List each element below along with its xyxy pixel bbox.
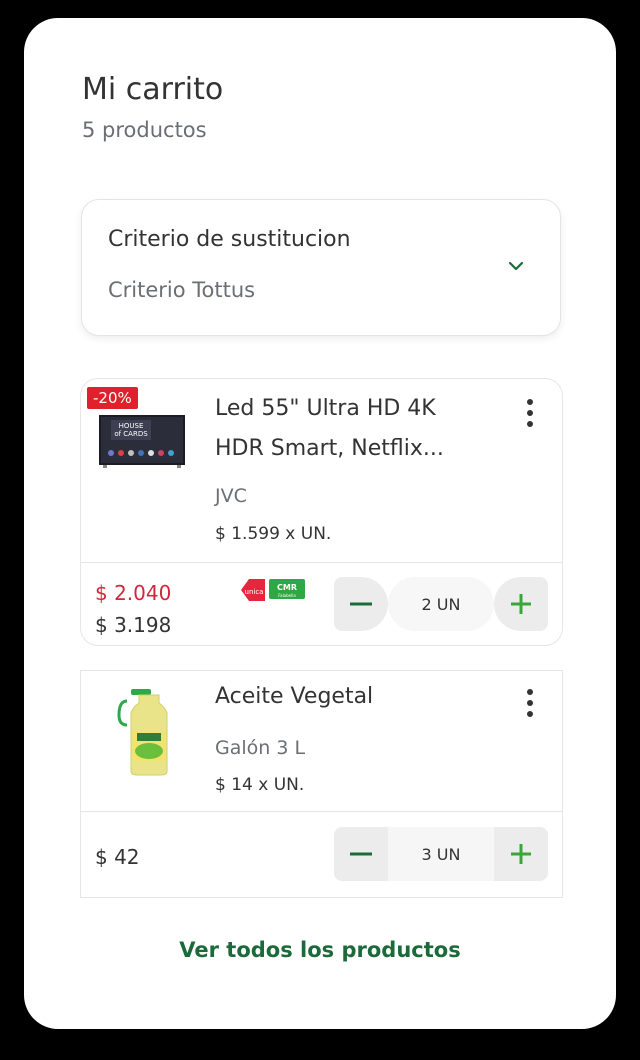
more-options-icon[interactable] (526, 689, 534, 719)
minus-icon (350, 852, 372, 856)
cart-card: Mi carrito 5 productos Criterio de susti… (24, 18, 616, 1029)
substitution-criteria-value: Criterio Tottus (108, 278, 256, 302)
substitution-criteria-select[interactable]: Criterio de sustitucion Criterio Tottus (81, 199, 561, 336)
minus-icon (350, 602, 372, 606)
svg-text:unica: unica (245, 588, 264, 596)
product-brand: JVC (215, 485, 247, 507)
product-name[interactable]: Aceite Vegetal (215, 677, 485, 717)
divider (81, 811, 562, 812)
product-name[interactable]: Led 55" Ultra HD 4K HDR Smart, Netflix..… (215, 389, 485, 469)
svg-text:Falabella: Falabella (278, 593, 296, 598)
product-image-oil-bottle[interactable] (97, 687, 187, 777)
more-options-icon[interactable] (526, 399, 534, 429)
substitution-criteria-label: Criterio de sustitucion (108, 227, 351, 252)
increase-quantity-button[interactable] (494, 827, 548, 881)
unica-logo-icon: unica (241, 579, 265, 601)
decrease-quantity-button[interactable] (334, 577, 388, 631)
quantity-value: 2 UN (388, 577, 494, 631)
plus-icon (511, 844, 531, 864)
product-size: Galón 3 L (215, 737, 306, 759)
svg-text:HOUSE: HOUSE (119, 422, 144, 430)
view-all-products-link[interactable]: Ver todos los productos (24, 938, 616, 962)
increase-quantity-button[interactable] (494, 577, 548, 631)
offer-price: $ 2.040 (95, 581, 172, 605)
payment-method-badges: unica CMR Falabella (241, 579, 305, 601)
product-count: 5 productos (82, 118, 207, 142)
cart-item: Aceite Vegetal Galón 3 L $ 14 x UN. $ 42… (80, 670, 563, 898)
svg-text:CMR: CMR (277, 583, 297, 592)
discount-badge: -20% (87, 387, 138, 409)
quantity-value: 3 UN (388, 827, 494, 881)
page-title: Mi carrito (82, 72, 224, 107)
cmr-logo-icon: CMR Falabella (269, 579, 305, 599)
normal-price: $ 3.198 (95, 613, 172, 637)
quantity-stepper: 2 UN (334, 577, 548, 631)
divider (81, 562, 562, 563)
svg-text:of CARDS: of CARDS (114, 430, 148, 438)
decrease-quantity-button[interactable] (334, 827, 388, 881)
cart-item: -20% HOUSE of CARDS Led 55" Ultra HD 4K … (80, 378, 563, 646)
product-unit-price: $ 1.599 x UN. (215, 524, 332, 544)
chevron-down-icon[interactable] (506, 256, 526, 276)
product-unit-price: $ 14 x UN. (215, 775, 305, 795)
plus-icon (511, 594, 531, 614)
quantity-stepper: 3 UN (334, 827, 548, 881)
normal-price: $ 42 (95, 845, 140, 869)
